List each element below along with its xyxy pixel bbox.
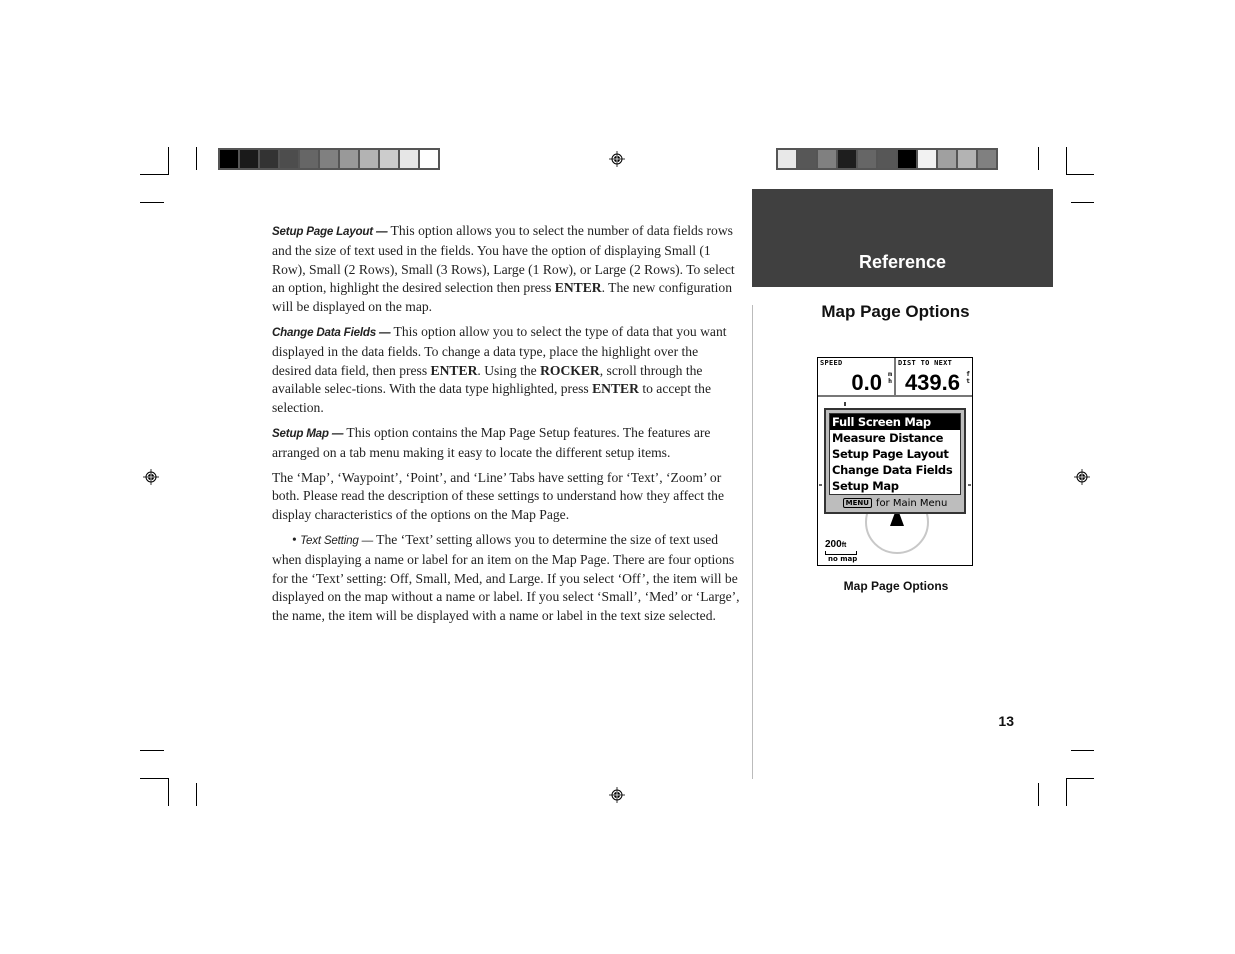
body-text-column: Setup Page Layout — This option allows y… [272, 222, 740, 632]
color-swatch [400, 150, 418, 168]
paragraph-tabs: The ‘Map’, ‘Waypoint’, ‘Point’, and ‘Lin… [272, 469, 724, 523]
paragraph-setup-page-layout: Setup Page Layout — This option allows y… [272, 223, 735, 315]
crop-mark [140, 778, 168, 779]
field-unit: ft [966, 370, 970, 385]
menu-item: Setup Page Layout [832, 447, 949, 461]
section-tab-label: Reference [858, 252, 947, 272]
gps-screenshot: SPEED 0.0 mh DIST TO NEXT 439.6 ft Full … [817, 357, 973, 566]
color-swatch [778, 150, 796, 168]
crop-mark [1066, 174, 1094, 175]
color-swatch [838, 150, 856, 168]
term-heading: Text Setting — [300, 533, 373, 547]
color-swatch [220, 150, 238, 168]
figure-caption: Map Page Options [843, 579, 949, 593]
color-swatch [380, 150, 398, 168]
menu-footer: MENU for Main Menu [826, 498, 964, 509]
registration-target-icon [609, 787, 625, 803]
color-swatch [938, 150, 956, 168]
color-swatch [978, 150, 996, 168]
term-heading: Setup Page Layout — [272, 225, 388, 238]
section-title: Map Page Options [821, 302, 970, 321]
registration-target-icon [609, 151, 625, 167]
data-fields: SPEED 0.0 mh DIST TO NEXT 439.6 ft [818, 358, 972, 397]
color-swatch [360, 150, 378, 168]
term-heading: Setup Map — [272, 426, 344, 440]
color-swatch [878, 150, 896, 168]
crop-mark [196, 147, 197, 170]
menu-item: Measure Distance [832, 431, 944, 445]
map-status: no map [828, 555, 858, 563]
menu-list: Full Screen Map Measure Distance Setup Pag… [829, 413, 961, 495]
color-swatch [280, 150, 298, 168]
data-field-speed: SPEED 0.0 mh [818, 358, 896, 395]
registration-target-icon [1074, 469, 1090, 485]
field-unit: mh [888, 370, 892, 385]
color-swatch [798, 150, 816, 168]
registration-target-icon [143, 469, 159, 485]
map-scale-label: 200ft [825, 539, 847, 550]
color-swatch [420, 150, 438, 168]
menu-item: Full Screen Map [830, 414, 960, 430]
column-divider [752, 305, 753, 779]
color-swatch [300, 150, 318, 168]
paragraph-setup-map: Setup Map — This option contains the Map… [272, 424, 711, 460]
crop-mark [1071, 202, 1094, 203]
crop-mark [168, 778, 169, 806]
section-tab: Reference [752, 189, 1053, 287]
color-swatch [260, 150, 278, 168]
color-swatch [918, 150, 936, 168]
menu-item: Change Data Fields [832, 463, 953, 477]
paragraph-text-setting: • Text Setting — The ‘Text’ setting allo… [272, 531, 740, 624]
color-swatch [898, 150, 916, 168]
bullet: • [292, 531, 297, 547]
field-label: SPEED [820, 359, 843, 367]
map-options-menu: Full Screen Map Measure Distance Setup Pag… [824, 408, 966, 514]
crop-mark [140, 174, 168, 175]
crop-mark [1066, 147, 1067, 175]
field-label: DIST TO NEXT [898, 359, 953, 367]
field-value: 439.6 [904, 370, 960, 395]
crop-mark [1071, 750, 1094, 751]
color-calibration-bar [776, 148, 998, 170]
menu-key-icon: MENU [842, 498, 872, 508]
color-swatch [320, 150, 338, 168]
grayscale-color-bar [218, 148, 440, 170]
paragraph-change-data-fields: Change Data Fields — This option allow y… [272, 323, 727, 416]
key-name: ROCKER [540, 362, 600, 378]
menu-item: Setup Map [832, 479, 899, 493]
color-swatch [858, 150, 876, 168]
key-name: ENTER [592, 381, 639, 397]
crop-mark [1038, 783, 1039, 806]
page-number: 13 [998, 713, 1014, 729]
crop-mark [1066, 778, 1067, 806]
field-value: 0.0 [851, 370, 882, 395]
color-swatch [958, 150, 976, 168]
key-name: ENTER [430, 362, 478, 378]
key-name: ENTER [554, 280, 602, 296]
crop-mark [1066, 778, 1094, 779]
crop-mark [168, 147, 169, 175]
crop-mark [140, 202, 164, 203]
color-swatch [340, 150, 358, 168]
term-heading: Change Data Fields — [272, 325, 391, 339]
color-swatch [240, 150, 258, 168]
crop-mark [196, 783, 197, 806]
data-field-dist-to-next: DIST TO NEXT 439.6 ft [896, 358, 972, 395]
color-swatch [818, 150, 836, 168]
crop-mark [1038, 147, 1039, 170]
crop-mark [140, 750, 164, 751]
